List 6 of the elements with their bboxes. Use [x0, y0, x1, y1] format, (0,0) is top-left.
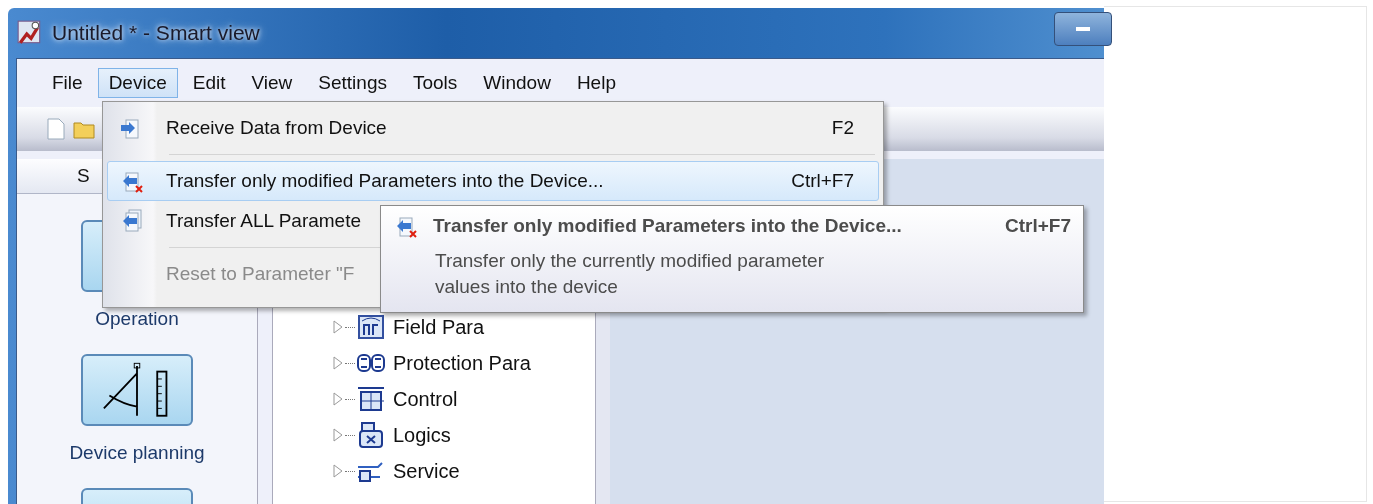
shortcut-label: F2 — [831, 117, 854, 139]
tooltip-description: Transfer only the currently modified parameter values into the device — [435, 249, 825, 299]
tooltip-title: Transfer only modified Parameters into the Device... — [433, 215, 903, 237]
shortcut-label: Ctrl+F7 — [1005, 215, 1071, 237]
window-title: Untitled * - Smart view — [52, 21, 260, 45]
shortcut-label: Ctrl+F7 — [791, 170, 854, 192]
